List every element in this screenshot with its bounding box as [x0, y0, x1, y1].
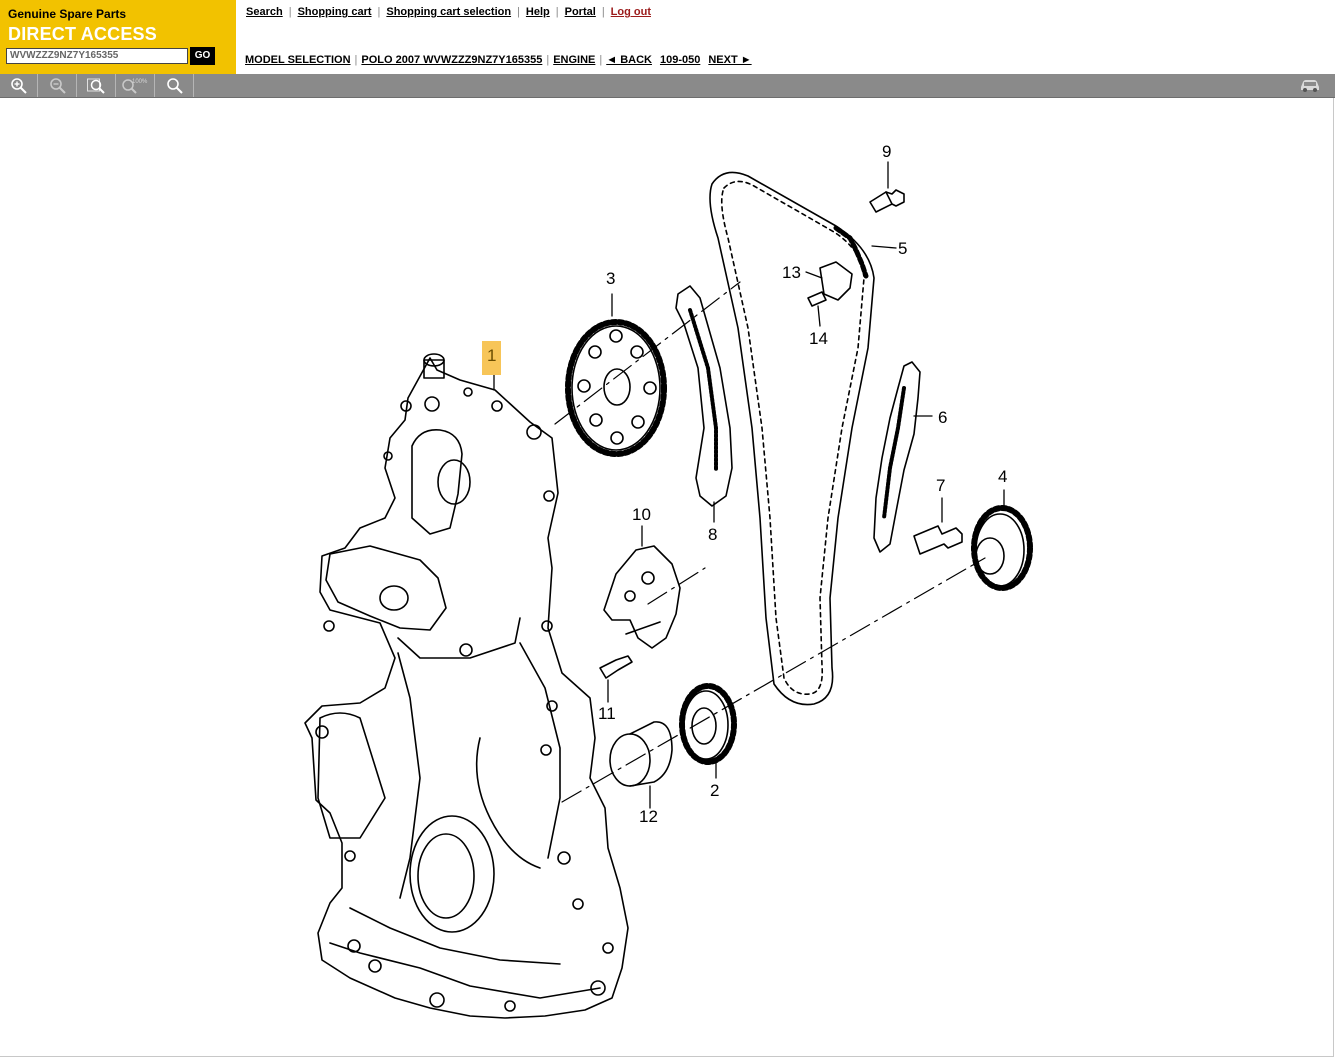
crankshaft-sprocket[interactable]	[971, 505, 1033, 591]
back-link[interactable]: ◄ BACK	[606, 54, 652, 66]
brand-title: DIRECT ACCESS	[8, 24, 157, 44]
breadcrumb-model-selection[interactable]: MODEL SELECTION	[245, 54, 351, 66]
zoom-out-button[interactable]	[39, 74, 77, 97]
breadcrumb-vehicle[interactable]: POLO 2007 WVWZZZ9NZ7Y165355	[361, 54, 542, 66]
brand-subtitle: Genuine Spare Parts	[8, 7, 127, 21]
toolbar: 100%	[0, 74, 1335, 98]
tensioning-rail[interactable]	[675, 285, 733, 507]
callout-3[interactable]: 3	[606, 270, 615, 288]
search-icon	[166, 77, 183, 94]
callout-12[interactable]: 12	[639, 808, 658, 826]
breadcrumb-separator: |	[599, 54, 603, 66]
bolt-9[interactable]	[869, 189, 905, 213]
callout-1[interactable]: 1	[482, 341, 502, 375]
illustration-code-link[interactable]: 109-050	[660, 54, 700, 66]
zoom-100-icon: 100%	[121, 79, 148, 94]
nav-separator: |	[601, 6, 605, 18]
zoom-fit-icon	[86, 78, 105, 94]
callout-13[interactable]: 13	[782, 264, 801, 282]
zoom-fit-button[interactable]	[78, 74, 116, 97]
nav-search-link[interactable]: Search	[246, 6, 283, 18]
callout-leaders	[493, 161, 1005, 809]
callout-10[interactable]: 10	[632, 506, 651, 524]
vin-input[interactable]	[6, 48, 188, 64]
guide-pin[interactable]	[913, 525, 963, 555]
zoom-100-label: 100%	[132, 79, 148, 85]
nav-separator: |	[288, 6, 292, 18]
nav-shopping-cart-selection-link[interactable]: Shopping cart selection	[386, 6, 511, 18]
callout-14[interactable]: 14	[809, 330, 828, 348]
search-button[interactable]	[156, 74, 194, 97]
timing-chain-exploded-view	[304, 161, 1033, 1019]
bolt-11[interactable]	[599, 655, 633, 679]
nav-help-link[interactable]: Help	[526, 6, 550, 18]
callout-7[interactable]: 7	[936, 477, 945, 495]
oil-pump-sprocket[interactable]	[679, 683, 737, 765]
tensioner-bracket[interactable]	[807, 261, 853, 307]
nav-portal-link[interactable]: Portal	[565, 6, 596, 18]
chain-tensioner[interactable]	[603, 545, 681, 649]
guide-rail[interactable]	[873, 361, 921, 553]
bushing[interactable]	[609, 721, 673, 787]
top-navigation: Search | Shopping cart | Shopping cart selec…	[246, 6, 651, 18]
nav-logout-link[interactable]: Log out	[611, 6, 651, 18]
chain-link-set[interactable]	[833, 225, 869, 279]
zoom-100-button[interactable]: 100%	[117, 74, 155, 97]
next-link[interactable]: NEXT ►	[708, 54, 751, 66]
breadcrumb-group[interactable]: ENGINE	[553, 54, 595, 66]
parts-diagram-canvas: 1 2 3 4 5 6 7 8 9 10 11 12 13 14	[0, 98, 1334, 1057]
nav-separator: |	[517, 6, 520, 18]
timing-chain[interactable]	[709, 171, 875, 706]
zoom-in-button[interactable]	[0, 74, 38, 97]
callout-6[interactable]: 6	[938, 409, 947, 427]
callout-2[interactable]: 2	[710, 782, 719, 800]
timing-case-cover[interactable]	[304, 353, 629, 1019]
callout-11[interactable]: 11	[598, 705, 616, 723]
camshaft-sprocket[interactable]	[565, 319, 667, 457]
nav-separator: |	[377, 6, 381, 18]
assembly-lines	[554, 281, 986, 803]
brand-panel: Genuine Spare Parts DIRECT ACCESS GO	[0, 0, 236, 74]
nav-shopping-cart-link[interactable]: Shopping cart	[298, 6, 372, 18]
callout-8[interactable]: 8	[708, 526, 717, 544]
go-button[interactable]: GO	[190, 47, 215, 65]
breadcrumb: MODEL SELECTION | POLO 2007 WVWZZZ9NZ7Y165…	[245, 54, 752, 66]
zoom-in-icon	[10, 77, 27, 94]
callout-9[interactable]: 9	[882, 143, 891, 161]
zoom-out-icon	[49, 77, 66, 94]
breadcrumb-separator: |	[354, 54, 358, 66]
callout-5[interactable]: 5	[898, 240, 907, 258]
nav-separator: |	[555, 6, 559, 18]
car-icon[interactable]	[1299, 78, 1321, 93]
breadcrumb-separator: |	[546, 54, 550, 66]
callout-4[interactable]: 4	[998, 468, 1007, 486]
